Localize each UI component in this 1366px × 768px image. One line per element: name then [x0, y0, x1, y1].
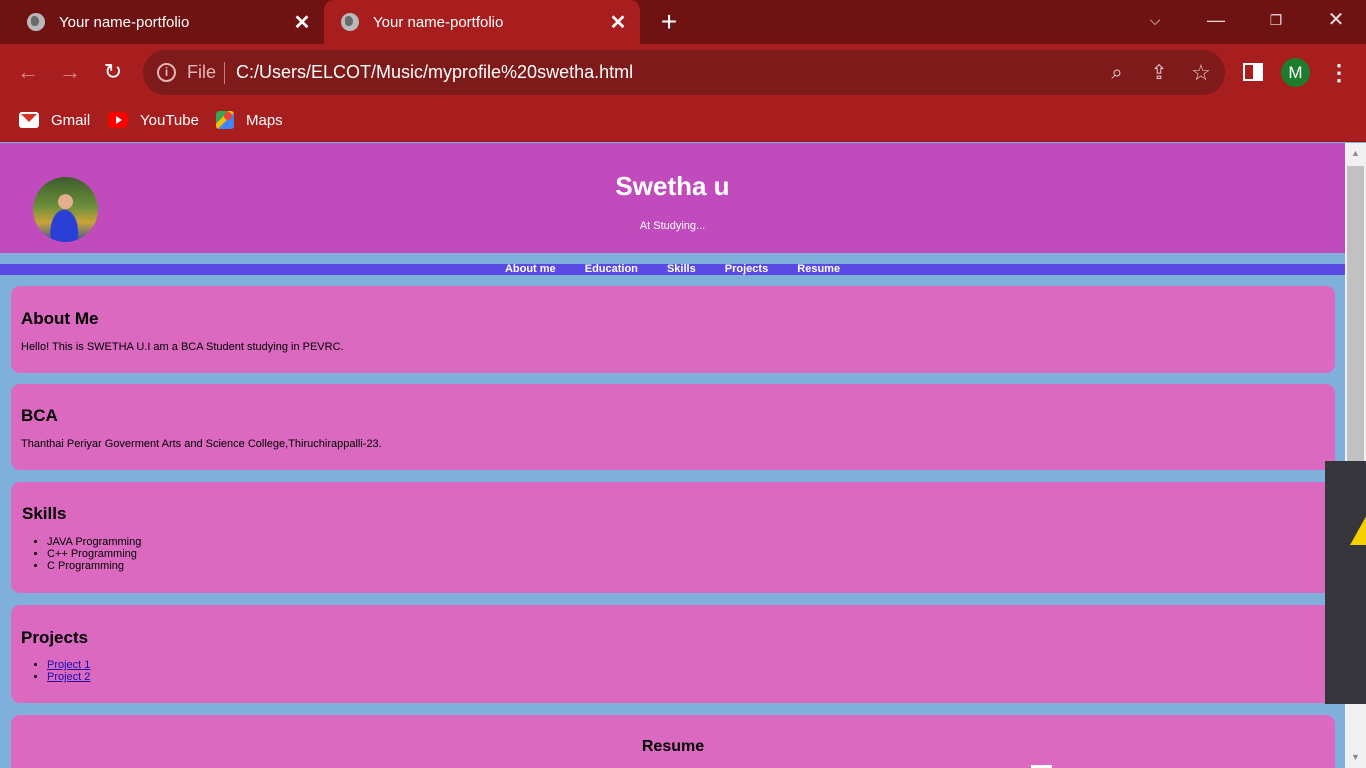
reload-button[interactable]: ↻ [97, 56, 129, 88]
youtube-icon [108, 112, 128, 128]
bookmark-label: Maps [246, 111, 283, 129]
tab-search-icon[interactable]: ⌵ [1125, 0, 1185, 40]
share-icon[interactable]: ⇪ [1146, 60, 1172, 86]
nav-link-education[interactable]: Education [585, 263, 638, 275]
nav-link-resume[interactable]: Resume [797, 263, 840, 275]
list-item: C Programming [47, 560, 141, 572]
info-icon[interactable]: i [157, 63, 176, 82]
projects-heading: Projects [21, 628, 89, 647]
profile-avatar[interactable]: M [1281, 58, 1310, 87]
gmail-icon [19, 112, 39, 128]
scroll-thumb[interactable] [1347, 166, 1364, 463]
globe-icon [27, 13, 45, 31]
project-2-link[interactable]: Project 2 [47, 671, 90, 683]
scroll-down-arrow-icon[interactable]: ▼ [1345, 747, 1366, 768]
skills-heading: Skills [22, 504, 67, 523]
url-text[interactable]: C:/Users/ELCOT/Music/myprofile%20swetha.… [236, 62, 633, 83]
globe-icon [341, 13, 359, 31]
page-viewport: Swetha u At Studying... About me Educati… [0, 143, 1345, 768]
resume-section: Resume [11, 715, 1335, 768]
project-1-link[interactable]: Project 1 [47, 659, 90, 671]
education-text: Thanthai Periyar Goverment Arts and Scie… [21, 438, 382, 450]
menu-icon[interactable]: ⋮ [1328, 58, 1350, 87]
scroll-up-arrow-icon[interactable]: ▲ [1345, 143, 1366, 164]
nav-link-skills[interactable]: Skills [667, 263, 696, 275]
list-item: Project 2 [47, 671, 90, 683]
about-text: Hello! This is SWETHA U.I am a BCA Stude… [21, 341, 344, 353]
resume-heading: Resume [641, 738, 705, 755]
nav-link-projects[interactable]: Projects [725, 263, 768, 275]
bookmark-maps[interactable]: Maps [216, 109, 283, 131]
zoom-icon[interactable]: ⌕ [1104, 60, 1130, 86]
close-tab-icon[interactable]: ✕ [608, 10, 628, 35]
address-bar[interactable]: i File C:/Users/ELCOT/Music/myprofile%20… [143, 50, 1225, 95]
restore-button[interactable]: ❐ [1246, 0, 1306, 40]
education-section: BCA Thanthai Periyar Goverment Arts and … [11, 384, 1335, 470]
back-button[interactable]: ← [12, 56, 44, 88]
tab-title: Your name-portfolio [373, 13, 504, 31]
close-window-button[interactable]: ✕ [1306, 0, 1366, 40]
projects-section: Projects Project 1 Project 2 [11, 605, 1335, 703]
about-heading: About Me [21, 309, 99, 328]
side-overlay-panel[interactable] [1325, 461, 1366, 704]
site-nav: About me Education Skills Projects Resum… [0, 264, 1345, 275]
minimize-button[interactable]: — [1186, 0, 1246, 40]
list-item: JAVA Programming [47, 536, 141, 548]
bookmark-gmail[interactable]: Gmail [19, 109, 90, 131]
skills-section: Skills JAVA Programming C++ Programming … [11, 482, 1335, 593]
about-section: About Me Hello! This is SWETHA U.I am a … [11, 286, 1335, 373]
list-item: Project 1 [47, 659, 90, 671]
list-item: C++ Programming [47, 548, 141, 560]
maps-icon [216, 111, 234, 129]
nav-link-about[interactable]: About me [505, 263, 556, 275]
site-title: Swetha u [615, 171, 730, 201]
tab-strip: Your name-portfolio ✕ Your name-portfoli… [0, 0, 1366, 44]
site-tagline: At Studying... [639, 220, 706, 232]
warning-icon [1350, 513, 1366, 545]
bookmark-star-icon[interactable]: ☆ [1188, 60, 1214, 86]
close-tab-icon[interactable]: ✕ [292, 10, 312, 35]
browser-toolbar: ← → ↻ i File C:/Users/ELCOT/Music/myprof… [0, 44, 1366, 101]
bookmark-label: YouTube [140, 111, 199, 129]
site-header: Swetha u At Studying... [0, 143, 1345, 253]
new-tab-button[interactable]: + [655, 8, 683, 36]
projects-list: Project 1 Project 2 [47, 659, 90, 683]
tab-title: Your name-portfolio [59, 13, 190, 31]
education-heading: BCA [21, 406, 58, 425]
skills-list: JAVA Programming C++ Programming C Progr… [47, 536, 141, 572]
side-panel-icon[interactable] [1243, 63, 1263, 81]
divider [224, 62, 225, 84]
forward-button[interactable]: → [54, 56, 86, 88]
tab-1[interactable]: Your name-portfolio ✕ [0, 0, 324, 44]
scheme-label: File [187, 62, 217, 82]
tab-2-active[interactable]: Your name-portfolio ✕ [324, 0, 640, 44]
bookmarks-bar: Gmail YouTube Maps [0, 101, 1366, 142]
bookmark-youtube[interactable]: YouTube [108, 109, 199, 131]
bookmark-label: Gmail [51, 111, 91, 129]
